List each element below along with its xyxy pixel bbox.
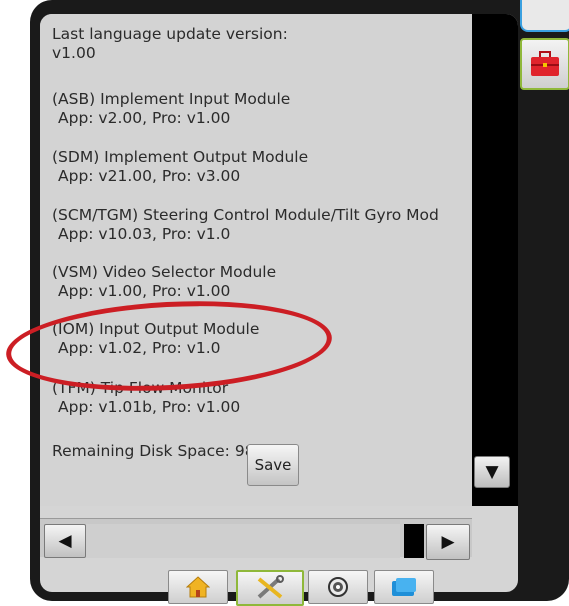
toolbox-tab[interactable]: [520, 38, 569, 90]
home-icon: [186, 576, 210, 598]
horizontal-scroll-thumb[interactable]: [404, 524, 424, 558]
info-vsm-module: (VSM) Video Selector Module App: v1.00, …: [52, 263, 277, 300]
info-language-version: Last language update version: v1.00: [52, 25, 288, 62]
system-info-panel: Last language update version: v1.00 (ASB…: [40, 14, 472, 506]
triangle-down-icon: ▼: [485, 462, 499, 482]
satellite-target-icon: [328, 577, 348, 597]
tab-gps[interactable]: [308, 570, 368, 604]
toolbox-icon: [531, 51, 559, 76]
save-button[interactable]: Save: [247, 444, 299, 486]
scroll-right-button[interactable]: ▶: [426, 524, 470, 560]
tools-icon: [257, 575, 284, 599]
horizontal-scroll-track[interactable]: [86, 524, 400, 558]
side-tab-top[interactable]: [520, 0, 569, 32]
scroll-left-button[interactable]: ◀: [44, 524, 86, 558]
tab-data[interactable]: [374, 570, 434, 604]
info-sdm-module: (SDM) Implement Output Module App: v21.0…: [52, 148, 309, 185]
folder-icon: [392, 578, 416, 596]
scroll-down-button[interactable]: ▼: [474, 456, 510, 488]
vertical-scrollbar[interactable]: [472, 14, 518, 506]
console-device: Last language update version: v1.00 (ASB…: [0, 0, 569, 606]
info-asb-module: (ASB) Implement Input Module App: v2.00,…: [52, 90, 291, 127]
screen: Last language update version: v1.00 (ASB…: [40, 14, 518, 592]
triangle-right-icon: ▶: [441, 532, 455, 552]
disk-space-text: Remaining Disk Space: 98%: [52, 442, 270, 460]
info-scm-tgm-module: (SCM/TGM) Steering Control Module/Tilt G…: [52, 206, 439, 243]
triangle-left-icon: ◀: [58, 531, 72, 551]
tab-home[interactable]: [168, 570, 228, 604]
